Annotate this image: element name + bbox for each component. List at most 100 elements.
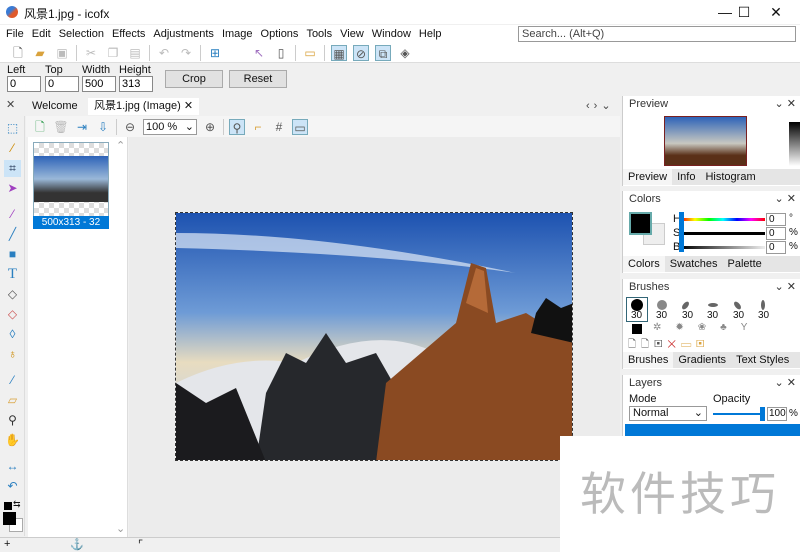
menu-effects[interactable]: Effects bbox=[112, 25, 145, 43]
opacity-input[interactable]: 100 bbox=[767, 407, 787, 421]
swap-colors-icon[interactable]: ⇆ bbox=[13, 499, 21, 510]
dodge-bulb-icon[interactable]: ♁ bbox=[4, 346, 21, 363]
apple-icon[interactable] bbox=[229, 45, 245, 61]
saturation-input[interactable]: 0 bbox=[766, 227, 786, 240]
eraser-icon[interactable]: ◇ bbox=[4, 306, 21, 323]
tab-swatches[interactable]: Swatches bbox=[665, 256, 723, 272]
close-panel-icon[interactable]: ✕ bbox=[6, 98, 15, 111]
add-page-icon[interactable]: 🗋 bbox=[32, 119, 48, 135]
foreground-color-swatch[interactable] bbox=[3, 512, 16, 525]
menu-adjustments[interactable]: Adjustments bbox=[153, 25, 214, 43]
menu-file[interactable]: File bbox=[6, 25, 24, 43]
hue-slider[interactable] bbox=[681, 218, 765, 221]
paste-icon[interactable]: ▤ bbox=[127, 45, 143, 61]
text-tool-icon[interactable]: T bbox=[4, 266, 21, 283]
search-input[interactable]: Search... (Alt+Q) bbox=[518, 26, 796, 42]
close-button[interactable]: ✕ bbox=[761, 4, 791, 21]
panel-controls-icon[interactable]: ⌄ ✕ bbox=[775, 375, 797, 392]
brush-texture-icons[interactable]: ✲✹❀♣Y bbox=[653, 322, 761, 333]
saturation-slider[interactable] bbox=[681, 232, 765, 235]
rectangle-tool-icon[interactable]: ■ bbox=[4, 246, 21, 263]
zoom-out-icon[interactable]: ⊖ bbox=[122, 119, 138, 135]
menu-edit[interactable]: Edit bbox=[32, 25, 51, 43]
scroll-down-icon[interactable]: ⌄ bbox=[116, 522, 125, 535]
browse-folder-icon[interactable]: ▭ bbox=[302, 45, 318, 61]
tab-image[interactable]: 风景1.jpg (Image) ✕ bbox=[88, 98, 200, 115]
ruler-icon[interactable]: ⌐ bbox=[250, 119, 266, 135]
menu-options[interactable]: Options bbox=[261, 25, 299, 43]
magic-wand-icon[interactable]: ⁄ bbox=[4, 140, 21, 157]
hue-input[interactable]: 0 bbox=[766, 213, 786, 226]
blend-mode-select[interactable]: Normal ⌄ bbox=[629, 406, 707, 421]
mini-swatch-icon[interactable] bbox=[4, 502, 12, 510]
eyedropper-icon[interactable]: ⁄ bbox=[4, 372, 21, 389]
tab-colors[interactable]: Colors bbox=[623, 256, 665, 272]
selection-mode-icon[interactable]: ⧉ bbox=[375, 44, 391, 61]
tab-gradients[interactable]: Gradients bbox=[673, 352, 731, 368]
hand-tool-icon[interactable]: ✋ bbox=[4, 432, 21, 449]
layer-row-selected[interactable] bbox=[625, 424, 800, 436]
brush-flat-icon[interactable] bbox=[708, 303, 718, 307]
menu-selection[interactable]: Selection bbox=[59, 25, 104, 43]
brightness-input[interactable]: 0 bbox=[766, 241, 786, 254]
menu-window[interactable]: Window bbox=[372, 25, 411, 43]
maximize-button[interactable]: ☐ bbox=[729, 4, 759, 21]
tab-nav-icons[interactable]: ‹›⌄ bbox=[586, 99, 615, 112]
grid-icon[interactable]: # bbox=[271, 119, 287, 135]
height-input[interactable] bbox=[119, 76, 153, 92]
measure-ruler-icon[interactable]: ▱ bbox=[4, 392, 21, 409]
slider-thumbs[interactable] bbox=[679, 212, 684, 252]
windows-icon[interactable]: ⊞ bbox=[207, 45, 223, 61]
save-icon[interactable]: ▣ bbox=[54, 45, 70, 61]
brightness-slider[interactable] bbox=[681, 246, 765, 249]
move-tool-icon[interactable]: ➤ bbox=[4, 180, 21, 197]
new-file-icon[interactable]: 🗋 bbox=[10, 45, 26, 61]
brush-soft-icon[interactable] bbox=[657, 300, 667, 310]
primary-color-swatch[interactable] bbox=[629, 212, 652, 235]
rotate-icon[interactable]: ↶ bbox=[4, 478, 21, 495]
cut-icon[interactable]: ✂ bbox=[83, 45, 99, 61]
import-icon[interactable]: ⇥ bbox=[74, 119, 90, 135]
zoom-select[interactable]: 100 % ⌄ bbox=[143, 118, 197, 135]
line-tool-icon[interactable]: ╱ bbox=[4, 226, 21, 243]
marquee-select-icon[interactable]: ⬚ bbox=[4, 120, 21, 137]
tab-brushes[interactable]: Brushes bbox=[623, 352, 674, 368]
image-thumbnail[interactable]: 500x313 - 32 bbox=[33, 142, 109, 229]
redo-icon[interactable]: ↷ bbox=[178, 45, 194, 61]
panel-view-icon[interactable]: ▭ bbox=[292, 118, 308, 135]
scroll-up-icon[interactable]: ⌃ bbox=[116, 139, 125, 152]
tab-preview[interactable]: Preview bbox=[623, 169, 673, 185]
brush-square-icon[interactable] bbox=[632, 324, 642, 334]
flip-icon[interactable]: ↔ bbox=[4, 458, 21, 475]
top-input[interactable] bbox=[45, 76, 79, 92]
brush-thin-icon[interactable] bbox=[761, 300, 765, 310]
image-canvas[interactable] bbox=[175, 212, 573, 461]
hide-transparency-icon[interactable]: ⊘ bbox=[353, 44, 369, 61]
menu-tools[interactable]: Tools bbox=[306, 25, 332, 43]
left-input[interactable] bbox=[7, 76, 41, 92]
zoom-tool-icon[interactable]: ⚲ bbox=[229, 118, 245, 135]
zoom-in-icon[interactable]: ⊕ bbox=[202, 119, 218, 135]
opacity-slider-thumb[interactable] bbox=[760, 407, 765, 421]
reset-button[interactable]: Reset bbox=[229, 70, 287, 88]
phone-icon[interactable]: ▯ bbox=[273, 45, 289, 61]
tab-info[interactable]: Info bbox=[672, 169, 700, 185]
menu-view[interactable]: View bbox=[340, 25, 364, 43]
panel-controls-icon[interactable]: ⌄ ✕ bbox=[775, 191, 797, 208]
fill-bucket-icon[interactable]: ◇ bbox=[4, 286, 21, 303]
cursor-icon[interactable]: ↖ bbox=[251, 45, 267, 61]
crop-tool-icon[interactable]: ⌗ bbox=[4, 160, 21, 177]
width-input[interactable] bbox=[82, 76, 116, 92]
blur-drop-icon[interactable]: ◊ bbox=[4, 326, 21, 343]
panel-controls-icon[interactable]: ⌄ ✕ bbox=[775, 96, 797, 113]
opacity-slider[interactable] bbox=[713, 413, 763, 415]
brush-tool-icon[interactable]: ⁄ bbox=[4, 206, 21, 223]
copy-icon[interactable]: ❐ bbox=[105, 45, 121, 61]
tab-text-styles[interactable]: Text Styles bbox=[731, 352, 794, 368]
close-tab-icon[interactable]: ✕ bbox=[184, 100, 193, 112]
zoom-tool-left-icon[interactable]: ⚲ bbox=[4, 412, 21, 429]
checkerboard-icon[interactable]: ▦ bbox=[331, 44, 347, 61]
tab-welcome[interactable]: Welcome bbox=[26, 98, 84, 115]
open-folder-icon[interactable]: ▰ bbox=[32, 45, 48, 61]
undo-icon[interactable]: ↶ bbox=[156, 45, 172, 61]
